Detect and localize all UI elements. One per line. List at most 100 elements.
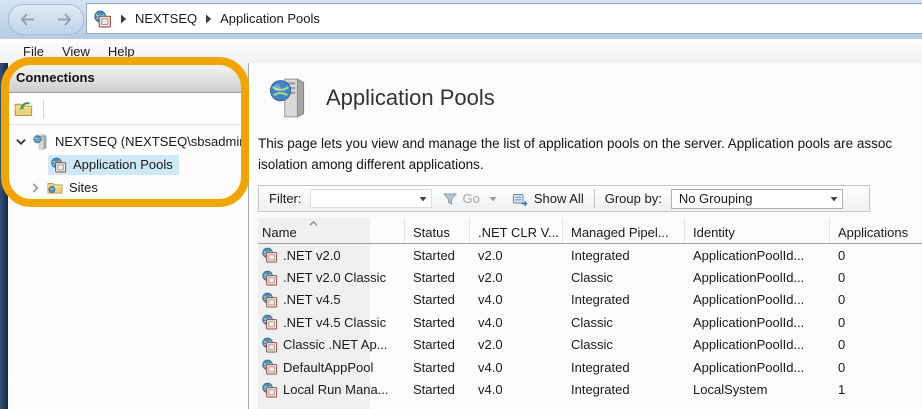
column-header-status[interactable]: Status xyxy=(405,218,470,243)
feature-title-row: Application Pools xyxy=(269,77,495,119)
table-row[interactable]: .NET v2.0 Classic Started v2.0 Classic A… xyxy=(258,266,922,288)
app-pool-name-cell[interactable]: .NET v2.0 Classic xyxy=(258,270,405,286)
table-row[interactable]: Local Run Mana... Started v4.0 Integrate… xyxy=(258,378,922,400)
app-pool-name-cell[interactable]: DefaultAppPool xyxy=(258,359,405,375)
iis-manager-window: NEXTSEQ Application Pools File View Help… xyxy=(0,0,922,409)
page-description: This page lets you view and manage the l… xyxy=(258,133,922,175)
column-header-identity[interactable]: Identity xyxy=(685,218,830,243)
app-pool-name-cell[interactable]: Classic .NET Ap... xyxy=(258,337,405,353)
create-connection-icon[interactable] xyxy=(14,99,34,119)
app-pool-applications-cell: 0 xyxy=(830,337,922,352)
show-all-button[interactable]: Show All xyxy=(512,191,584,207)
window-body: Connections NEXTSEQ (NEXTSEQ\sbsadmin xyxy=(0,63,922,409)
app-pool-applications-cell: 0 xyxy=(830,248,922,263)
app-pool-name-cell[interactable]: .NET v4.5 xyxy=(258,292,405,308)
twisty-spacer xyxy=(32,158,46,172)
table-row[interactable]: .NET v2.0 Started v2.0 Integrated Applic… xyxy=(258,244,922,266)
column-header-pipeline[interactable]: Managed Pipel... xyxy=(563,218,685,243)
chevron-right-icon[interactable] xyxy=(28,181,42,195)
app-pool-icon xyxy=(262,292,278,308)
app-pool-clr-cell: v2.0 xyxy=(470,337,563,352)
app-pool-applications-cell: 1 xyxy=(830,382,922,397)
app-pool-icon xyxy=(262,247,278,263)
app-pool-clr-cell: v4.0 xyxy=(470,360,563,375)
connections-panel: Connections NEXTSEQ (NEXTSEQ\sbsadmin xyxy=(8,63,249,409)
tree-node-application-pools[interactable]: Application Pools xyxy=(8,153,248,176)
app-pools-table-body: .NET v2.0 Started v2.0 Integrated Applic… xyxy=(258,244,922,401)
connections-title: Connections xyxy=(16,70,95,85)
table-row[interactable]: .NET v4.5 Started v4.0 Integrated Applic… xyxy=(258,289,922,311)
menu-help[interactable]: Help xyxy=(99,41,144,62)
app-pool-identity-cell: LocalSystem xyxy=(685,382,830,397)
menu-file[interactable]: File xyxy=(14,41,53,62)
sort-ascending-icon xyxy=(308,220,319,227)
menu-bar: File View Help xyxy=(0,39,922,64)
column-header-clr-version[interactable]: .NET CLR V... xyxy=(470,218,563,243)
chevron-down-icon[interactable] xyxy=(830,196,838,202)
app-pool-pipeline-cell: Classic xyxy=(563,270,685,285)
app-pool-identity-cell: ApplicationPoolId... xyxy=(685,292,830,307)
filter-label: Filter: xyxy=(269,191,302,206)
app-pool-name-cell[interactable]: .NET v2.0 xyxy=(258,247,405,263)
filter-input[interactable] xyxy=(311,190,415,207)
toolbar-separator xyxy=(594,189,595,208)
server-icon xyxy=(33,134,49,150)
filter-funnel-icon xyxy=(442,191,458,207)
column-header-name[interactable]: Name xyxy=(258,218,405,243)
breadcrumb[interactable]: NEXTSEQ Application Pools xyxy=(86,3,922,34)
breadcrumb-arrow-icon[interactable] xyxy=(120,14,127,24)
chevron-down-icon[interactable] xyxy=(419,196,427,202)
back-icon[interactable] xyxy=(19,12,36,27)
connections-header: Connections xyxy=(8,63,248,93)
chevron-down-icon[interactable] xyxy=(14,135,28,149)
tree-node-server[interactable]: NEXTSEQ (NEXTSEQ\sbsadmin xyxy=(8,130,248,153)
app-pool-status-cell: Started xyxy=(405,292,470,307)
group-by-value: No Grouping xyxy=(679,191,753,206)
iis-server-icon xyxy=(94,10,112,28)
table-row[interactable]: Classic .NET Ap... Started v2.0 Classic … xyxy=(258,334,922,356)
breadcrumb-page[interactable]: Application Pools xyxy=(220,11,320,26)
app-pool-name-cell[interactable]: Local Run Mana... xyxy=(258,382,405,398)
connections-tree: NEXTSEQ (NEXTSEQ\sbsadmin Application Po… xyxy=(8,125,248,199)
app-pool-pipeline-cell: Integrated xyxy=(563,292,685,307)
title-bar: NEXTSEQ Application Pools xyxy=(0,0,922,40)
app-pool-pipeline-cell: Integrated xyxy=(563,248,685,263)
go-label: Go xyxy=(463,191,480,206)
chevron-down-icon[interactable] xyxy=(489,196,497,202)
app-pool-clr-cell: v4.0 xyxy=(470,382,563,397)
app-pool-status-cell: Started xyxy=(405,382,470,397)
forward-icon[interactable] xyxy=(56,12,73,27)
app-pool-icon xyxy=(262,270,278,286)
go-button[interactable]: Go xyxy=(442,191,501,207)
description-line-1: This page lets you view and manage the l… xyxy=(258,133,922,154)
group-by-combobox[interactable]: No Grouping xyxy=(671,189,843,209)
tree-node-sites[interactable]: Sites xyxy=(8,176,248,199)
tree-node-label: Sites xyxy=(69,180,98,195)
app-pool-icon xyxy=(262,359,278,375)
app-pool-identity-cell: ApplicationPoolId... xyxy=(685,315,830,330)
app-pool-icon xyxy=(262,382,278,398)
app-pool-status-cell: Started xyxy=(405,360,470,375)
application-pools-icon xyxy=(51,157,67,173)
filter-toolbar: Filter: Go Show All Group by: No Gr xyxy=(258,185,870,212)
app-pool-pipeline-cell: Integrated xyxy=(563,360,685,375)
app-pool-clr-cell: v2.0 xyxy=(470,270,563,285)
app-pool-icon xyxy=(262,314,278,330)
app-pools-table: Name Status .NET CLR V... Managed Pipel.… xyxy=(258,218,922,409)
app-pool-name-cell[interactable]: .NET v4.5 Classic xyxy=(258,314,405,330)
app-pool-identity-cell: ApplicationPoolId... xyxy=(685,270,830,285)
filter-combobox[interactable] xyxy=(310,189,432,208)
app-pool-clr-cell: v4.0 xyxy=(470,292,563,307)
breadcrumb-server[interactable]: NEXTSEQ xyxy=(135,11,197,26)
menu-view[interactable]: View xyxy=(53,41,99,62)
table-row[interactable]: .NET v4.5 Classic Started v4.0 Classic A… xyxy=(258,311,922,333)
app-pool-applications-cell: 0 xyxy=(830,270,922,285)
breadcrumb-arrow-icon[interactable] xyxy=(205,14,212,24)
tree-node-label: NEXTSEQ (NEXTSEQ\sbsadmin xyxy=(55,134,246,149)
column-header-applications[interactable]: Applications xyxy=(830,218,922,243)
table-header: Name Status .NET CLR V... Managed Pipel.… xyxy=(258,218,922,244)
app-pool-status-cell: Started xyxy=(405,248,470,263)
app-pool-identity-cell: ApplicationPoolId... xyxy=(685,248,830,263)
table-row[interactable]: DefaultAppPool Started v4.0 Integrated A… xyxy=(258,356,922,378)
window-edge-strip xyxy=(0,63,8,409)
